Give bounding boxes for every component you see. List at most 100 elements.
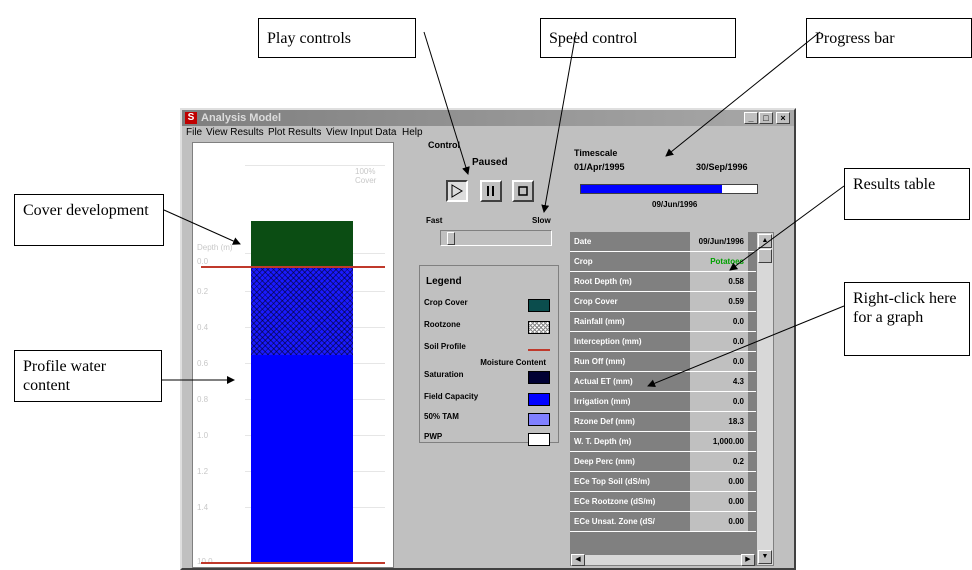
pause-button[interactable] [480, 180, 502, 202]
results-table[interactable]: Date 09/Jun/1996 Crop Potatoes Root Depth (m… [570, 232, 756, 566]
menu-plot-results[interactable]: Plot Results [268, 127, 321, 138]
grid-line-cover [245, 165, 385, 166]
result-value: 0.0 [690, 332, 748, 351]
table-row[interactable]: Rzone Def (mm) 18.3 [570, 412, 756, 432]
depth-tick-label: 0.6 [197, 359, 209, 368]
table-row[interactable]: ECe Top Soil (dS/m) 0.00 [570, 472, 756, 492]
timescale-label: Timescale [574, 148, 618, 158]
rootzone-block [251, 267, 353, 355]
close-button[interactable]: × [776, 112, 790, 124]
progress-bar-fill [581, 185, 722, 193]
legend-label: Moisture Content [480, 358, 546, 367]
legend-item-rootzone: Rootzone [424, 320, 556, 336]
depth-tick-label: 0.4 [197, 323, 209, 332]
legend-swatch [528, 321, 550, 334]
scroll-thumb[interactable] [758, 249, 772, 263]
cover-100-label: 100% Cover [355, 167, 377, 185]
result-value: 0.2 [690, 452, 748, 471]
legend-title: Legend [426, 276, 462, 287]
play-icon [451, 184, 463, 198]
speed-slider-thumb[interactable] [447, 232, 455, 245]
table-row[interactable]: Deep Perc (mm) 0.2 [570, 452, 756, 472]
table-row[interactable]: Actual ET (mm) 4.3 [570, 372, 756, 392]
callout-speed-control: Speed control [540, 18, 736, 58]
fast-label: Fast [426, 216, 443, 225]
table-row[interactable]: W. T. Depth (m) 1,000.00 [570, 432, 756, 452]
play-button[interactable] [446, 180, 468, 202]
legend-swatch [528, 371, 550, 384]
vertical-scrollbar[interactable]: ▲ ▼ [756, 232, 774, 566]
depth-tick-label: 1.0 [197, 431, 209, 440]
menu-file[interactable]: File [186, 127, 202, 138]
depth-tick-label: 0.0 [197, 257, 209, 266]
menu-view-input-data[interactable]: View Input Data [326, 127, 396, 138]
menu-view-results[interactable]: View Results [206, 127, 264, 138]
result-value: 1,000.00 [690, 432, 748, 451]
callout-profile-water-content: Profile water content [14, 350, 162, 402]
speed-slider[interactable] [440, 230, 552, 246]
title-bar[interactable]: S Analysis Model _ □ × [182, 110, 794, 126]
result-value: 0.00 [690, 472, 748, 491]
depth-tick-label: 1.4 [197, 503, 209, 512]
legend-label: PWP [424, 432, 443, 441]
result-value: 0.58 [690, 272, 748, 291]
result-value: 0.00 [690, 492, 748, 511]
result-name: Deep Perc (mm) [574, 457, 635, 466]
legend-label: Rootzone [424, 320, 461, 329]
result-name: Interception (mm) [574, 337, 642, 346]
legend-label: 50% TAM [424, 412, 459, 421]
table-row[interactable]: Rainfall (mm) 0.0 [570, 312, 756, 332]
analysis-window: S Analysis Model _ □ × File View Results… [180, 108, 796, 570]
result-value: 4.3 [690, 372, 748, 391]
legend-swatch [528, 433, 550, 446]
result-name: Crop Cover [574, 297, 618, 306]
depth-tick-label: 1.2 [197, 467, 209, 476]
control-label: Control [428, 140, 460, 150]
legend-item-field-capacity: Field Capacity [424, 392, 556, 408]
legend-label: Saturation [424, 370, 464, 379]
table-row[interactable]: Root Depth (m) 0.58 [570, 272, 756, 292]
menu-help[interactable]: Help [402, 127, 423, 138]
callout-right-click: Right-click here for a graph [844, 282, 970, 356]
table-row[interactable]: Irrigation (mm) 0.0 [570, 392, 756, 412]
scroll-right-button[interactable]: ▶ [741, 554, 755, 566]
maximize-button[interactable]: □ [759, 112, 773, 124]
profile-graphic[interactable]: 100% Cover Depth (m) 0.0 0.2 0.4 0.6 0.8… [192, 142, 394, 568]
result-value: 0.0 [690, 312, 748, 331]
table-row[interactable]: Run Off (mm) 0.0 [570, 352, 756, 372]
playback-status: Paused [472, 157, 508, 168]
legend-item-saturation: Saturation [424, 370, 556, 386]
minimize-button[interactable]: _ [744, 112, 758, 124]
pause-icon [487, 186, 494, 196]
app-icon: S [185, 112, 197, 124]
result-value: 0.0 [690, 392, 748, 411]
legend-swatch [528, 349, 550, 351]
table-row[interactable]: Crop Potatoes [570, 252, 756, 272]
result-name: Rzone Def (mm) [574, 417, 635, 426]
table-row[interactable]: Interception (mm) 0.0 [570, 332, 756, 352]
callout-results-table: Results table [844, 168, 970, 220]
timescale-current: 09/Jun/1996 [652, 200, 698, 209]
result-name: Run Off (mm) [574, 357, 626, 366]
stop-button[interactable] [512, 180, 534, 202]
table-row[interactable]: ECe Unsat. Zone (dS/0.00 [570, 512, 756, 532]
depth-axis-label: Depth (m) [197, 243, 233, 252]
result-name: Rainfall (mm) [574, 317, 625, 326]
legend-item-soil-profile: Soil Profile [424, 342, 556, 358]
soil-profile-top-line [201, 266, 385, 268]
result-value: Potatoes [690, 252, 748, 271]
table-row[interactable]: Date 09/Jun/1996 [570, 232, 756, 252]
result-name: Date [574, 237, 592, 246]
progress-bar[interactable] [580, 184, 758, 194]
stop-icon [518, 186, 528, 196]
crop-cover-block [251, 221, 353, 267]
scroll-up-button[interactable]: ▲ [758, 234, 772, 248]
depth-tick-label: 0.2 [197, 287, 209, 296]
callout-play-controls: Play controls [258, 18, 416, 58]
horizontal-scrollbar[interactable]: ◀ ▶ [570, 554, 756, 566]
table-row[interactable]: Crop Cover 0.59 [570, 292, 756, 312]
table-row[interactable]: ECe Rootzone (dS/m) 0.00 [570, 492, 756, 512]
scroll-left-button[interactable]: ◀ [571, 554, 585, 566]
result-value: 09/Jun/1996 [690, 232, 748, 251]
scroll-down-button[interactable]: ▼ [758, 550, 772, 564]
